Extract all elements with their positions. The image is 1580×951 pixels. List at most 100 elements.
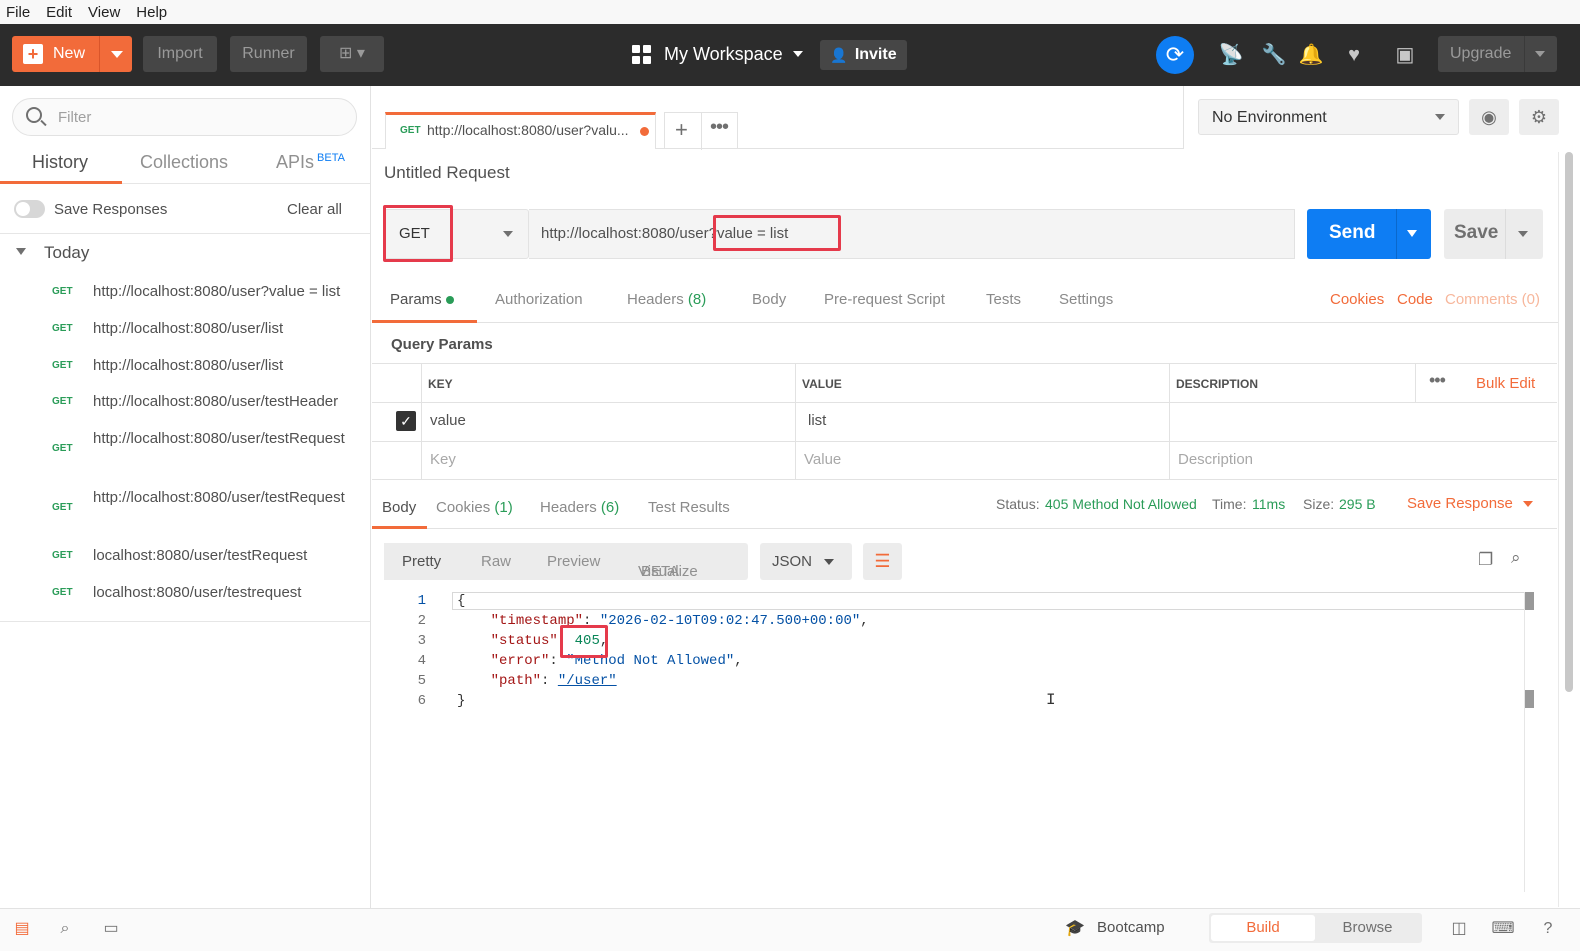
history-group-today[interactable]: Today: [44, 243, 89, 263]
runner-button[interactable]: Runner: [230, 36, 307, 72]
code-line: }: [457, 693, 466, 709]
param-value[interactable]: list: [808, 412, 826, 429]
scrollbar-thumb[interactable]: [1525, 690, 1534, 708]
history-item[interactable]: GET http://localhost:8080/user/testHeade…: [0, 391, 370, 415]
tab-response-headers[interactable]: Headers (6): [540, 499, 619, 516]
scrollbar-thumb[interactable]: [1565, 152, 1573, 692]
code-line: "path": "/user": [490, 673, 617, 689]
bootcamp-link[interactable]: Bootcamp: [1097, 919, 1165, 936]
search-icon[interactable]: ⌕: [1511, 548, 1521, 568]
filter-input[interactable]: Filter: [12, 98, 357, 136]
tab-response-body[interactable]: Body: [382, 499, 416, 516]
eye-icon[interactable]: ◉: [1469, 99, 1509, 135]
format-select[interactable]: JSON: [760, 543, 852, 580]
new-key-input[interactable]: Key: [430, 451, 456, 468]
interceptor-icon[interactable]: ▣: [1392, 42, 1418, 68]
mode-raw[interactable]: Raw: [481, 553, 511, 570]
menu-file[interactable]: File: [6, 4, 30, 21]
bell-icon[interactable]: 🔔: [1298, 42, 1324, 68]
import-button[interactable]: Import: [143, 36, 217, 72]
menu-view[interactable]: View: [88, 4, 120, 21]
sidebar-toggle-icon[interactable]: ▤: [10, 917, 34, 941]
chevron-down-icon[interactable]: [111, 51, 123, 58]
wrap-lines-icon[interactable]: ☰: [863, 543, 902, 580]
response-body-editor[interactable]: 1 { 2 "timestamp": "2026-02-10T09:02:47.…: [372, 592, 1542, 892]
help-icon[interactable]: ?: [1536, 917, 1560, 941]
satellite-icon[interactable]: 📡: [1218, 42, 1244, 68]
two-pane-icon[interactable]: ◫: [1447, 917, 1471, 941]
menu-help[interactable]: Help: [136, 4, 167, 21]
keyboard-icon[interactable]: ⌨: [1491, 917, 1515, 941]
json-link[interactable]: "/user": [558, 673, 617, 689]
save-responses-toggle[interactable]: [14, 200, 45, 218]
menu-edit[interactable]: Edit: [46, 4, 72, 21]
tab-settings[interactable]: Settings: [1059, 291, 1113, 308]
tab-params[interactable]: Params: [390, 291, 454, 308]
bootcamp-icon[interactable]: 🎓: [1063, 917, 1087, 941]
copy-icon[interactable]: ❐: [1478, 550, 1493, 570]
environment-select[interactable]: No Environment: [1198, 99, 1459, 135]
history-item[interactable]: GET localhost:8080/user/testrequest: [0, 582, 370, 606]
sync-icon[interactable]: ⟳: [1156, 36, 1194, 74]
tab-body[interactable]: Body: [752, 291, 786, 308]
more-icon[interactable]: •••: [1429, 370, 1446, 391]
more-icon[interactable]: •••: [710, 116, 729, 139]
param-key[interactable]: value: [430, 412, 466, 429]
clear-all-button[interactable]: Clear all: [287, 201, 342, 218]
chevron-down-icon[interactable]: [16, 248, 26, 255]
param-checkbox[interactable]: ✓: [396, 411, 416, 431]
history-item[interactable]: GET http://localhost:8080/user/list: [0, 318, 370, 342]
wrench-icon[interactable]: 🔧: [1261, 42, 1287, 68]
new-window-button[interactable]: ⊞ ▾: [320, 36, 384, 72]
status-value[interactable]: 405 Method Not Allowed: [1045, 496, 1197, 512]
send-button[interactable]: Send: [1307, 209, 1431, 259]
console-icon[interactable]: ▭: [99, 917, 123, 941]
find-icon[interactable]: ⌕: [53, 917, 77, 941]
workspace-switcher[interactable]: My Workspace: [632, 36, 803, 72]
tab-headers[interactable]: Headers (8): [627, 291, 706, 308]
build-button[interactable]: Build: [1211, 915, 1315, 941]
history-item[interactable]: GET http://localhost:8080/user/testReque…: [0, 428, 370, 472]
save-button[interactable]: Save: [1444, 209, 1543, 259]
mode-preview[interactable]: Preview: [547, 553, 600, 570]
scrollbar-thumb[interactable]: [1525, 592, 1534, 610]
bulk-edit-link[interactable]: Bulk Edit: [1476, 375, 1535, 392]
history-url: http://localhost:8080/user/list: [93, 320, 284, 337]
mode-pretty[interactable]: Pretty: [402, 553, 441, 570]
tab-collections[interactable]: Collections: [140, 152, 228, 173]
invite-button[interactable]: 👤 Invite: [820, 40, 907, 70]
request-tab[interactable]: GET http://localhost:8080/user?valu...: [385, 112, 656, 149]
new-value-input[interactable]: Value: [804, 451, 841, 468]
url-input[interactable]: http://localhost:8080/user?value = list: [529, 209, 1295, 259]
history-item[interactable]: GET http://localhost:8080/user/list: [0, 355, 370, 379]
history-item[interactable]: GET localhost:8080/user/testRequest: [0, 545, 370, 569]
time-value[interactable]: 11ms: [1252, 496, 1285, 512]
tab-test-results[interactable]: Test Results: [648, 499, 730, 516]
tab-tests[interactable]: Tests: [986, 291, 1021, 308]
tab-history[interactable]: History: [32, 152, 88, 173]
save-response-button[interactable]: Save Response: [1407, 495, 1534, 512]
comments-link[interactable]: Comments (0): [1445, 291, 1540, 308]
cookies-link[interactable]: Cookies: [1330, 291, 1384, 308]
add-tab-icon[interactable]: +: [675, 117, 688, 143]
gear-icon[interactable]: ⚙: [1519, 99, 1559, 135]
code-line: "timestamp": "2026-02-10T09:02:47.500+00…: [490, 613, 869, 629]
main-scrollbar[interactable]: [1558, 152, 1580, 907]
history-item[interactable]: GET http://localhost:8080/user/testReque…: [0, 487, 370, 531]
tab-apis[interactable]: APIs BETA: [276, 152, 345, 173]
size-value[interactable]: 295 B: [1339, 496, 1376, 512]
browse-button[interactable]: Browse: [1315, 915, 1420, 941]
history-item[interactable]: GET http://localhost:8080/user?value = l…: [0, 281, 370, 305]
heart-icon[interactable]: ♥: [1341, 42, 1367, 68]
chevron-down-icon[interactable]: [1518, 231, 1528, 237]
tab-authorization[interactable]: Authorization: [495, 291, 583, 308]
chevron-down-icon[interactable]: [1535, 51, 1545, 57]
new-button[interactable]: + New: [12, 36, 132, 72]
tab-response-cookies[interactable]: Cookies (1): [436, 499, 513, 516]
code-link[interactable]: Code: [1397, 291, 1433, 308]
tab-prerequest-script[interactable]: Pre-request Script: [824, 291, 945, 308]
chevron-down-icon[interactable]: [1407, 230, 1417, 237]
new-description-input[interactable]: Description: [1178, 451, 1253, 468]
plus-icon: +: [23, 44, 43, 64]
upgrade-button[interactable]: Upgrade: [1438, 36, 1557, 72]
